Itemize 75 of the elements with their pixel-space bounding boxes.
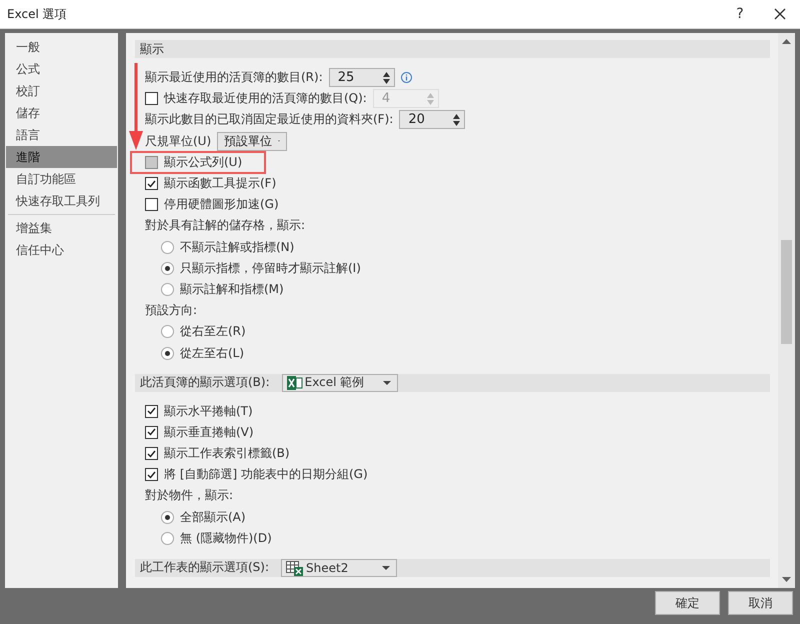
dropdown[interactable]: Sheet2: [281, 558, 398, 577]
section-title: 此工作表的顯示選項(S):: [140, 559, 270, 576]
option-label: 顯示工作表索引標籤(B): [164, 445, 290, 462]
option-label: 對於物件，顯示:: [145, 487, 234, 504]
spin-field[interactable]: 25: [328, 68, 395, 88]
option-label: 顯示最近使用的活頁簿的數目(R):: [145, 69, 323, 86]
option-label: 尺規單位(U): [145, 132, 212, 150]
option-label: 對於具有註解的儲存格，顯示:: [145, 217, 306, 234]
section-title: 此活頁簿的顯示選項(B):: [140, 374, 270, 392]
option-label: 無 (隱藏物件)(D): [180, 530, 272, 547]
option-label: 將 [自動篩選] 功能表中的日期分組(G): [164, 466, 368, 484]
option-label: 從右至左(R): [180, 323, 246, 340]
option-label: 全部顯示(A): [180, 508, 246, 526]
radio-button[interactable]: [161, 240, 174, 254]
sidebar-item[interactable]: 自訂功能區: [6, 168, 117, 190]
scroll-up-icon: [782, 39, 791, 44]
option-label: 停用硬體圖形加速(G): [164, 196, 279, 214]
scrollbar[interactable]: [778, 33, 795, 588]
option-label: 從左至右(L): [180, 344, 244, 362]
option-label: 顯示函數工具提示(F): [164, 175, 276, 192]
option-label: 顯示公式列(U): [164, 154, 242, 171]
section-title: 顯示: [140, 40, 164, 58]
radio-button[interactable]: [161, 282, 174, 296]
check-icon: [147, 470, 156, 479]
option-label: 顯示垂直捲軸(V): [164, 424, 254, 441]
checkbox[interactable]: [145, 177, 158, 190]
sidebar-item[interactable]: 增益集: [6, 217, 117, 239]
sidebar-item[interactable]: 公式: [6, 58, 117, 80]
option-label: 顯示註解和指標(M): [180, 280, 284, 298]
spin-field[interactable]: 20: [399, 110, 466, 130]
option-label: 快速存取最近使用的活頁簿的數目(Q):: [164, 90, 367, 108]
checkbox[interactable]: [145, 156, 158, 169]
scrollbar-thumb[interactable]: [781, 240, 792, 344]
spinner-icon: [453, 114, 460, 126]
scroll-down-icon: [782, 577, 791, 582]
checkbox[interactable]: [145, 404, 158, 418]
arrow-icon: [128, 63, 144, 151]
radio-button[interactable]: [161, 325, 174, 338]
option-label: 不顯示註解或指標(N): [180, 238, 294, 256]
option-label: 顯示水平捲軸(T): [164, 402, 253, 420]
sidebar-item[interactable]: 語言: [6, 124, 117, 146]
check-icon: [147, 428, 156, 436]
close-icon: [774, 8, 786, 20]
option-label: 只顯示指標，停留時才顯示註解(I): [180, 260, 361, 277]
sidebar-item[interactable]: 校訂: [6, 80, 117, 102]
check-icon: [147, 180, 156, 188]
radio-button[interactable]: [161, 346, 174, 360]
sidebar-item[interactable]: 快速存取工具列: [6, 190, 117, 212]
check-icon: [147, 450, 156, 458]
checkbox[interactable]: [145, 426, 158, 439]
option-label: 預設方向:: [145, 302, 198, 320]
checkbox[interactable]: [145, 198, 158, 212]
dropdown[interactable]: 預設單位: [217, 132, 288, 151]
help-button[interactable]: ?: [720, 0, 760, 28]
cancel-button[interactable]: 取消: [728, 591, 793, 615]
radio-button[interactable]: [161, 532, 174, 545]
radio-button[interactable]: [161, 510, 174, 524]
sidebar-item[interactable]: 進階: [6, 146, 117, 168]
dropdown[interactable]: Excel 範例: [282, 374, 398, 392]
check-icon: [147, 407, 156, 416]
sidebar-item[interactable]: 儲存: [6, 102, 117, 124]
sidebar-item[interactable]: 一般: [6, 36, 117, 58]
spreadsheet-icon: [286, 374, 303, 391]
radio-button[interactable]: [161, 262, 174, 275]
option-label: 顯示此數目的已取消固定最近使用的資料夾(F):: [145, 111, 394, 128]
spinner-icon: [426, 92, 434, 105]
ok-button[interactable]: 確定: [655, 591, 720, 615]
checkbox[interactable]: [145, 468, 158, 482]
sidebar-item[interactable]: 信任中心: [6, 239, 117, 261]
caret-icon: [382, 380, 391, 385]
window-title: Excel 選項: [7, 6, 68, 22]
caret-icon: [382, 566, 390, 570]
spinner-icon: [382, 72, 390, 84]
sheet-icon: [286, 560, 304, 576]
checkbox[interactable]: [145, 447, 158, 460]
